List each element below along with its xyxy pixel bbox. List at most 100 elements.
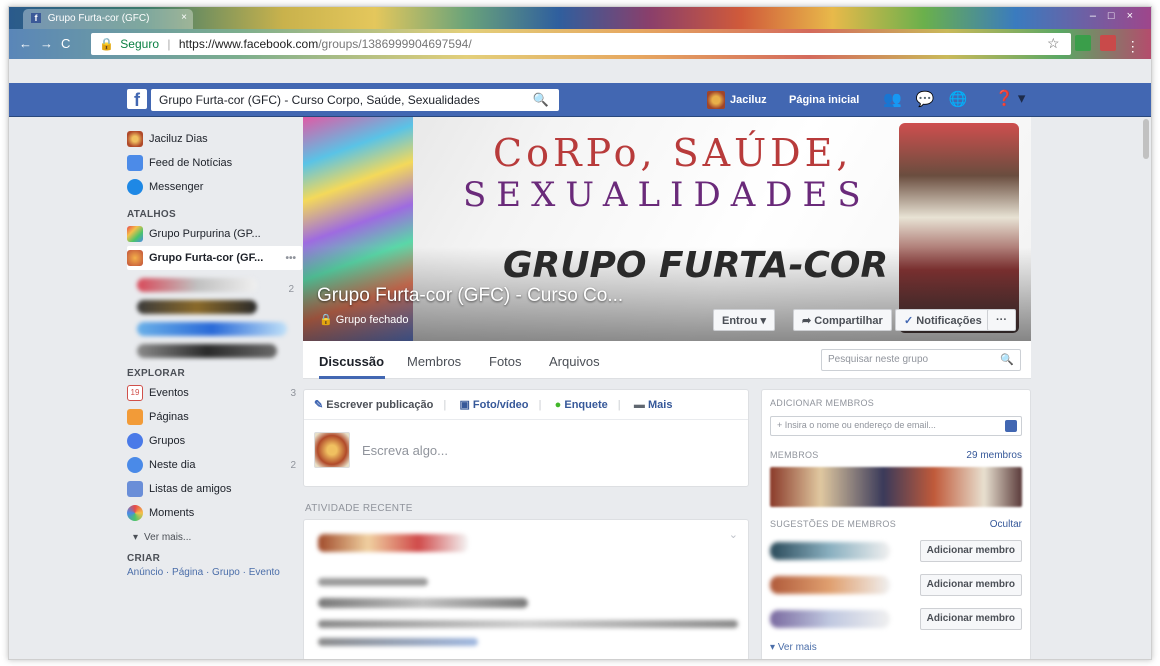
blurred-item bbox=[137, 300, 257, 314]
recent-activity-heading: ATIVIDADE RECENTE bbox=[305, 503, 413, 514]
bookmark-star-icon[interactable]: ☆ bbox=[1047, 35, 1060, 52]
more-tab[interactable]: ▬ Mais bbox=[634, 399, 673, 411]
search-icon[interactable]: 🔍 bbox=[533, 92, 549, 108]
sidebar-item-label: Moments bbox=[149, 507, 195, 519]
group-search-input[interactable]: Pesquisar neste grupo 🔍 bbox=[821, 349, 1021, 371]
recent-activity-card: ⌄ bbox=[303, 519, 749, 659]
sidebar-see-more[interactable]: ▾ Ver mais... bbox=[127, 525, 302, 549]
composer-body[interactable]: Escreva algo... bbox=[304, 420, 748, 480]
blurred-post-line bbox=[318, 578, 428, 586]
browser-tab[interactable]: f Grupo Furta-cor (GFC) × bbox=[23, 9, 193, 29]
chevron-down-icon[interactable]: ⌄ bbox=[729, 528, 738, 541]
pages-flag-icon bbox=[127, 409, 143, 425]
address-separator: | bbox=[167, 37, 171, 51]
add-member-input[interactable]: + Insira o nome ou endereço de email... bbox=[770, 416, 1022, 436]
sidebar-item-grupos[interactable]: Grupos bbox=[127, 429, 302, 453]
sidebar-profile[interactable]: Jaciluz Dias bbox=[127, 127, 302, 151]
cover-art-line2: SEXUALIDADES bbox=[463, 175, 871, 215]
sidebar-item-grupo-furta-cor[interactable]: Grupo Furta-cor (GF... ••• bbox=[127, 246, 302, 270]
pencil-icon: ✎ bbox=[314, 399, 324, 411]
back-forward-reload-icons[interactable]: ←→C bbox=[19, 36, 78, 51]
composer-placeholder[interactable]: Escreva algo... bbox=[362, 443, 448, 458]
write-post-tab[interactable]: ✎ Escrever publicação bbox=[314, 399, 433, 411]
sidebar-item-grupo-purpurina[interactable]: Grupo Purpurina (GP... bbox=[127, 222, 302, 246]
add-member-button[interactable]: Adicionar membro bbox=[919, 540, 1022, 562]
joined-button[interactable]: Entrou ▾ bbox=[713, 309, 776, 331]
tab-discussao[interactable]: Discussão bbox=[319, 354, 384, 369]
tab-arquivos[interactable]: Arquivos bbox=[549, 354, 600, 369]
see-more-suggestions-link[interactable]: ▾ Ver mais bbox=[770, 642, 1022, 653]
divider: | bbox=[538, 399, 542, 411]
sidebar-item-eventos[interactable]: 19 Eventos 3 bbox=[127, 381, 302, 405]
browser-menu-icon[interactable]: ⋮ bbox=[1126, 38, 1140, 54]
sidebar-item-moments[interactable]: Moments bbox=[127, 501, 302, 525]
window-controls[interactable]: –□× bbox=[1090, 10, 1145, 22]
facebook-search-input[interactable]: Grupo Furta-cor (GFC) - Curso Corpo, Saú… bbox=[151, 89, 559, 111]
friend-requests-icon[interactable]: 👥 bbox=[883, 91, 902, 108]
lock-icon: 🔒 bbox=[319, 314, 333, 326]
add-member-button[interactable]: Adicionar membro bbox=[919, 608, 1022, 630]
sidebar-item-listas[interactable]: Listas de amigos bbox=[127, 477, 302, 501]
address-bar[interactable]: 🔒 Seguro | https://www.facebook.com/grou… bbox=[91, 33, 1071, 55]
profile-name: Jaciluz bbox=[730, 93, 767, 106]
extension-icon[interactable] bbox=[1100, 35, 1117, 51]
left-sidebar: Jaciluz Dias Feed de Notícias Messenger … bbox=[127, 127, 302, 580]
messenger-icon bbox=[127, 179, 143, 195]
sidebar-item-label: Grupo Furta-cor (GF... bbox=[149, 252, 264, 264]
help-icon[interactable]: ❓ ▾ bbox=[995, 89, 1025, 107]
more-options-icon[interactable]: ••• bbox=[285, 253, 302, 264]
search-value: Grupo Furta-cor (GFC) - Curso Corpo, Saú… bbox=[159, 93, 480, 107]
page-scrollbar[interactable] bbox=[1143, 119, 1149, 159]
sidebar-item-messenger[interactable]: Messenger bbox=[127, 175, 302, 199]
profile-link[interactable]: Jaciluz bbox=[707, 91, 767, 109]
browser-toolbar: ←→C 🔒 Seguro | https://www.facebook.com/… bbox=[9, 29, 1151, 59]
check-icon: ✓ bbox=[904, 315, 914, 327]
home-link[interactable]: Página inicial bbox=[789, 94, 859, 106]
extension-icons[interactable]: ⋮ bbox=[1075, 35, 1146, 54]
messages-icon[interactable]: 💬 bbox=[916, 91, 935, 108]
group-rainbow-icon bbox=[127, 226, 143, 242]
members-count-link[interactable]: 29 membros bbox=[966, 450, 1022, 461]
search-icon[interactable]: 🔍 bbox=[1000, 353, 1014, 366]
notifications-globe-icon[interactable]: 🌐 bbox=[949, 91, 968, 108]
post-composer: ✎ Escrever publicação | ▣ Foto/vídeo | ● E… bbox=[303, 389, 749, 487]
tab-membros[interactable]: Membros bbox=[407, 354, 461, 369]
members-row: MEMBROS 29 membros bbox=[770, 450, 1022, 461]
sidebar-item-paginas[interactable]: Páginas bbox=[127, 405, 302, 429]
on-this-day-icon bbox=[127, 457, 143, 473]
group-cover-photo: CoRPo, SAÚDE, SEXUALIDADES GRUPO FURTA-C… bbox=[303, 117, 1031, 341]
add-member-send-icon[interactable] bbox=[1005, 420, 1017, 432]
share-button[interactable]: ➦ Compartilhar bbox=[793, 309, 892, 331]
facebook-logo-icon[interactable]: f bbox=[127, 89, 147, 110]
blurred-post-line bbox=[318, 620, 738, 628]
sidebar-item-neste-dia[interactable]: Neste dia 2 bbox=[127, 453, 302, 477]
tab-fotos[interactable]: Fotos bbox=[489, 354, 522, 369]
extension-icon[interactable] bbox=[1075, 35, 1091, 51]
divider: | bbox=[617, 399, 621, 411]
notification-icons: 👥 💬 🌐 bbox=[883, 90, 977, 108]
notifications-button[interactable]: ✓ Notificações bbox=[895, 309, 991, 331]
calendar-icon: 19 bbox=[127, 385, 143, 401]
add-member-button[interactable]: Adicionar membro bbox=[919, 574, 1022, 596]
create-links[interactable]: Anúncio · Página · Grupo · Evento bbox=[127, 566, 302, 580]
close-tab-icon[interactable]: × bbox=[181, 12, 187, 23]
member-suggestion: Adicionar membro bbox=[770, 572, 1022, 598]
sidebar-item-label: Neste dia bbox=[149, 459, 196, 471]
photo-video-tab[interactable]: ▣ Foto/vídeo bbox=[459, 399, 528, 411]
url-path: /groups/1386999904697594/ bbox=[318, 37, 472, 51]
notifications-label: Notificações bbox=[916, 315, 982, 327]
more-button[interactable]: ··· bbox=[987, 309, 1016, 331]
blurred-suggestion bbox=[770, 576, 890, 594]
browser-tabstrip: f Grupo Furta-cor (GFC) × –□× bbox=[9, 7, 1151, 29]
member-avatars-strip[interactable] bbox=[770, 467, 1022, 507]
poll-tab[interactable]: ● Enquete bbox=[555, 399, 608, 411]
hide-suggestions-link[interactable]: Ocultar bbox=[990, 519, 1022, 530]
sidebar-item-feed[interactable]: Feed de Notícias bbox=[127, 151, 302, 175]
facebook-favicon-icon: f bbox=[31, 13, 41, 23]
more-list-icon: ▬ bbox=[633, 399, 645, 411]
sidebar-item-label: Messenger bbox=[149, 181, 204, 193]
groups-icon bbox=[127, 433, 143, 449]
group-title[interactable]: Grupo Furta-cor (GFC) - Curso Co... bbox=[317, 285, 623, 307]
cover-art-line1: CoRPo, SAÚDE, bbox=[493, 131, 853, 175]
news-feed-icon bbox=[127, 155, 143, 171]
